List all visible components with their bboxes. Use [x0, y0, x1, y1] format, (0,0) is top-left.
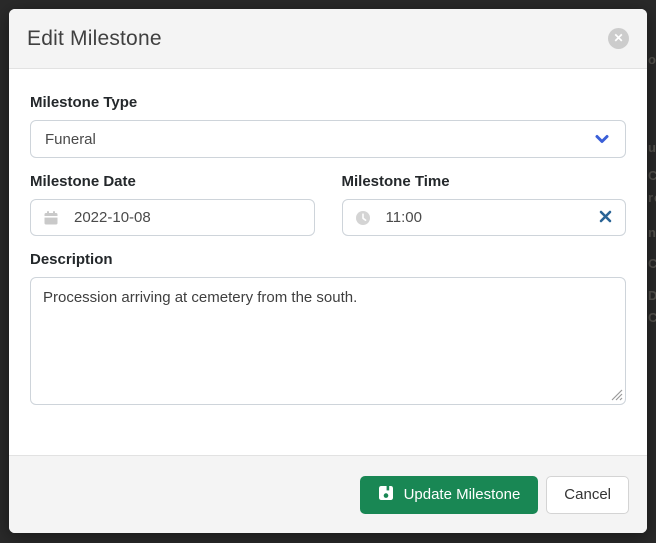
backdrop-fragment: De [648, 288, 656, 303]
update-milestone-label: Update Milestone [404, 486, 521, 503]
edit-milestone-modal: Edit Milestone ✕ Milestone Type Funeral … [9, 9, 647, 533]
modal-footer: Update Milestone Cancel [9, 455, 647, 533]
backdrop-fragment: n [648, 225, 656, 240]
milestone-type-value: Funeral [45, 131, 96, 148]
clock-icon [355, 210, 371, 226]
backdrop-fragment: C [648, 256, 656, 271]
calendar-icon [43, 210, 59, 226]
x-clear-icon [598, 209, 613, 227]
backdrop-fragment: C [648, 168, 656, 183]
backdrop-fragment: C [648, 310, 656, 325]
milestone-date-label: Milestone Date [30, 173, 315, 190]
backdrop-fragment: u [648, 140, 656, 155]
description-label: Description [30, 251, 626, 268]
update-milestone-button[interactable]: Update Milestone [360, 476, 539, 514]
cancel-button[interactable]: Cancel [546, 476, 629, 514]
milestone-time-input[interactable] [342, 199, 627, 236]
save-icon [378, 485, 394, 505]
milestone-date-field[interactable] [74, 209, 302, 226]
modal-body: Milestone Type Funeral Milestone Date [9, 69, 647, 455]
modal-title: Edit Milestone [27, 27, 162, 51]
description-textarea[interactable]: Procession arriving at cemetery from the… [30, 277, 626, 405]
modal-header: Edit Milestone ✕ [9, 9, 647, 69]
milestone-time-label: Milestone Time [342, 173, 627, 190]
clear-time-button[interactable] [598, 209, 613, 227]
milestone-type-label: Milestone Type [30, 94, 626, 111]
close-button[interactable]: ✕ [608, 28, 629, 49]
milestone-date-input[interactable] [30, 199, 315, 236]
close-icon: ✕ [613, 31, 623, 45]
milestone-type-select[interactable]: Funeral [30, 120, 626, 158]
milestone-time-field[interactable] [386, 209, 599, 226]
backdrop-fragment: ro [648, 190, 656, 205]
backdrop-fragment: o [648, 52, 656, 67]
cancel-label: Cancel [564, 486, 611, 503]
chevron-down-icon [593, 130, 611, 148]
